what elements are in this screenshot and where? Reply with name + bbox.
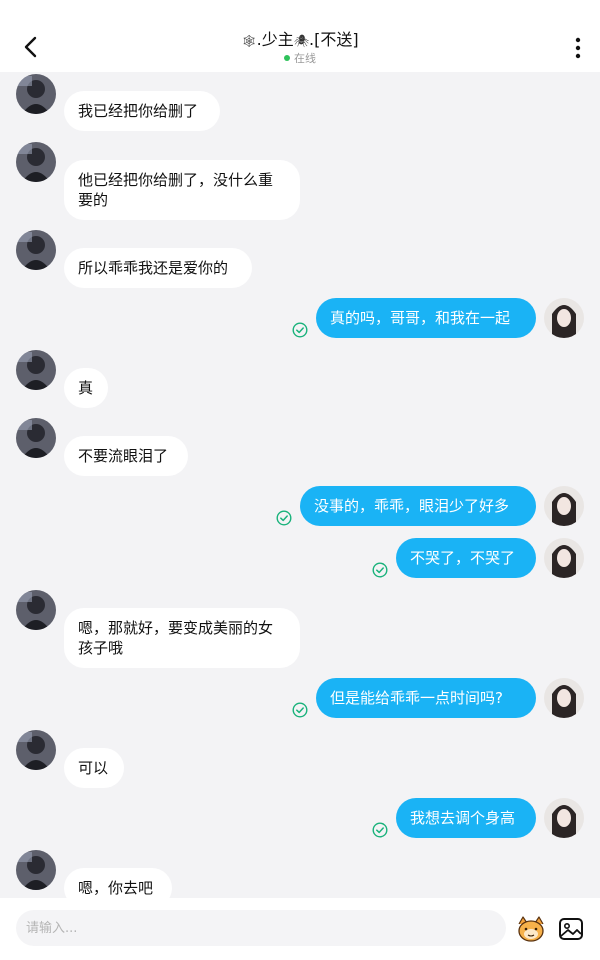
contact-avatar-image	[16, 230, 56, 270]
contact-avatar-image	[16, 590, 56, 630]
message-bubble-outgoing[interactable]: 但是能给乖乖一点时间吗?	[316, 678, 536, 718]
user-avatar-image	[544, 798, 584, 838]
contact-name-suffix: .[不送]	[308, 30, 359, 49]
read-check-icon	[372, 562, 388, 578]
message-bubble-incoming[interactable]: 我已经把你给删了	[64, 91, 220, 131]
chat-title-block: 🕸.少主🕷.[不送] 在线	[0, 30, 600, 66]
contact-avatar[interactable]	[16, 142, 56, 182]
chat-header: 🕸.少主🕷.[不送] 在线	[0, 0, 600, 72]
message-bubble-outgoing[interactable]: 真的吗，哥哥，和我在一起	[316, 298, 536, 338]
contact-avatar[interactable]	[16, 74, 56, 114]
online-status: 在线	[0, 52, 600, 66]
message-bubble-outgoing[interactable]: 我想去调个身高	[396, 798, 536, 838]
contact-avatar[interactable]	[16, 350, 56, 390]
message-bubble-incoming[interactable]: 可以	[64, 748, 124, 788]
message-composer	[0, 898, 600, 960]
message-bubble-incoming[interactable]: 嗯，你去吧	[64, 868, 172, 898]
message-bubble-incoming[interactable]: 真	[64, 368, 108, 408]
contact-avatar[interactable]	[16, 730, 56, 770]
message-bubble-incoming[interactable]: 他已经把你给删了，没什么重要的	[64, 160, 300, 220]
contact-avatar[interactable]	[16, 850, 56, 890]
contact-avatar-image	[16, 418, 56, 458]
message-input[interactable]	[16, 910, 506, 946]
message-bubble-incoming[interactable]: 不要流眼泪了	[64, 436, 188, 476]
read-check-icon	[372, 822, 388, 838]
message-bubble-outgoing[interactable]: 不哭了，不哭了	[396, 538, 536, 578]
user-avatar-image	[544, 298, 584, 338]
message-bubble-outgoing[interactable]: 没事的，乖乖，眼泪少了好多	[300, 486, 536, 526]
read-check-icon	[276, 510, 292, 526]
contact-name-text: .少主	[256, 30, 294, 49]
contact-avatar-image	[16, 850, 56, 890]
contact-avatar-image	[16, 350, 56, 390]
user-avatar[interactable]	[544, 486, 584, 526]
contact-avatar-image	[16, 74, 56, 114]
sticker-face-icon[interactable]	[516, 916, 546, 942]
contact-avatar[interactable]	[16, 418, 56, 458]
spiderweb-icon: 🕸	[241, 34, 257, 48]
message-bubble-incoming[interactable]: 嗯，那就好，要变成美丽的女孩子哦	[64, 608, 300, 668]
message-bubble-incoming[interactable]: 所以乖乖我还是爱你的	[64, 248, 252, 288]
contact-avatar-image	[16, 730, 56, 770]
user-avatar[interactable]	[544, 798, 584, 838]
image-icon[interactable]	[558, 916, 584, 942]
online-status-text: 在线	[294, 52, 316, 65]
more-options-icon[interactable]	[572, 36, 584, 60]
contact-avatar[interactable]	[16, 230, 56, 270]
user-avatar[interactable]	[544, 298, 584, 338]
read-check-icon	[292, 322, 308, 338]
read-check-icon	[292, 702, 308, 718]
message-list[interactable]: 我已经把你给删了 他已经把你给删了，没什么重要的 所以乖乖我还是爱你的 真的吗，…	[0, 72, 600, 898]
user-avatar-image	[544, 678, 584, 718]
contact-avatar[interactable]	[16, 590, 56, 630]
user-avatar[interactable]	[544, 538, 584, 578]
user-avatar-image	[544, 538, 584, 578]
user-avatar[interactable]	[544, 678, 584, 718]
contact-avatar-image	[16, 142, 56, 182]
user-avatar-image	[544, 486, 584, 526]
online-dot-icon	[284, 55, 290, 61]
spider-icon: 🕷	[293, 34, 309, 48]
contact-name[interactable]: 🕸.少主🕷.[不送]	[0, 30, 600, 51]
